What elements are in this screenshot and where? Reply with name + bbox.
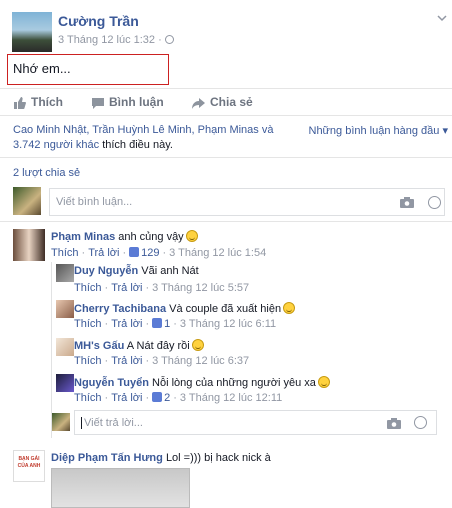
thumbs-up-icon bbox=[129, 247, 140, 257]
reply-time[interactable]: 3 Tháng 12 lúc 6:11 bbox=[180, 318, 276, 330]
comment-image[interactable] bbox=[51, 468, 190, 508]
reply-like-link[interactable]: Thích bbox=[74, 318, 102, 330]
reply: MH's Gấu A Nát đây rồi bbox=[74, 339, 204, 352]
reply-author-name[interactable]: Duy Nguyễn bbox=[74, 265, 138, 277]
camera-icon[interactable] bbox=[387, 418, 401, 429]
reply-like-link[interactable]: Thích bbox=[74, 392, 102, 404]
reply-footer: Thích · Trả lời · 3 Tháng 12 lúc 5:57 bbox=[74, 282, 250, 294]
reply-text: Vãi anh Nát bbox=[141, 265, 199, 277]
reply-footer: Thích · Trả lời · 2 · 3 Tháng 12 lúc 12:11 bbox=[74, 392, 283, 404]
reply-like-count[interactable]: 2 bbox=[164, 392, 170, 404]
comment-like-link[interactable]: Thích bbox=[51, 247, 79, 259]
comment-input-placeholder: Viết bình luận... bbox=[56, 196, 133, 208]
grin-emoji-icon bbox=[283, 302, 296, 314]
reply-input-placeholder: Viết trả lời... bbox=[81, 417, 143, 429]
reply-reply-link[interactable]: Trả lời bbox=[111, 282, 142, 294]
reply-footer: Thích · Trả lời · 1 · 3 Tháng 12 lúc 6:11 bbox=[74, 318, 277, 330]
share-icon bbox=[192, 98, 205, 109]
shares-count[interactable]: 2 lượt chia sẻ bbox=[13, 167, 80, 179]
reply-like-link[interactable]: Thích bbox=[74, 282, 102, 294]
comment-input[interactable]: Viết bình luận... bbox=[49, 188, 445, 216]
likers-suffix: thích điều này. bbox=[99, 139, 173, 151]
reply-text: Nỗi lòng của những người yêu xa bbox=[152, 377, 316, 389]
reply-author-name[interactable]: MH's Gấu bbox=[74, 340, 124, 352]
comment-reply-link[interactable]: Trả lời bbox=[88, 247, 119, 259]
reply-time[interactable]: 3 Tháng 12 lúc 12:11 bbox=[180, 392, 282, 404]
comment-icon bbox=[92, 98, 104, 109]
camera-icon[interactable] bbox=[400, 197, 414, 208]
top-comments-dropdown[interactable]: Những bình luận hàng đầu ▾ bbox=[309, 124, 449, 137]
like-button[interactable]: Thích bbox=[13, 92, 63, 112]
chevron-down-icon[interactable] bbox=[436, 12, 448, 24]
reply-like-link[interactable]: Thích bbox=[74, 355, 102, 367]
avatar-caption: BẠN GÁI CỦA ANH bbox=[17, 456, 41, 469]
thumbs-up-icon bbox=[152, 392, 163, 402]
reply: Duy Nguyễn Vãi anh Nát bbox=[74, 265, 199, 277]
likers-list[interactable]: Cao Minh Nhật, Trần Huỳnh Lê Minh, Phạm … bbox=[13, 124, 273, 136]
smile-emoji-icon bbox=[317, 376, 330, 388]
reply: Nguyễn Tuyển Nỗi lòng của những người yê… bbox=[74, 376, 330, 389]
reply-time[interactable]: 3 Tháng 12 lúc 6:37 bbox=[152, 355, 249, 367]
likers-count-link[interactable]: 3.742 người khác bbox=[13, 139, 99, 151]
reply-avatar[interactable] bbox=[56, 300, 74, 318]
thumbs-up-icon bbox=[14, 97, 26, 109]
reply-reply-link[interactable]: Trả lời bbox=[111, 318, 142, 330]
current-user-avatar bbox=[13, 187, 41, 215]
reply-text: Và couple đã xuất hiện bbox=[169, 303, 282, 315]
globe-icon bbox=[164, 35, 174, 44]
comment-footer: Thích · Trả lời · 129 · 3 Tháng 12 lúc 1:54 bbox=[51, 247, 267, 259]
comment-label: Bình luận bbox=[109, 95, 164, 109]
reply-avatar[interactable] bbox=[56, 374, 74, 392]
reply-like-count[interactable]: 1 bbox=[164, 318, 170, 330]
reply-author-name[interactable]: Cherry Tachibana bbox=[74, 303, 166, 315]
comment-button[interactable]: Bình luận bbox=[92, 92, 164, 112]
likers-summary: 3.742 người khác thích điều này. bbox=[13, 139, 173, 151]
smile-emoji-icon bbox=[185, 230, 198, 242]
reply-reply-link[interactable]: Trả lời bbox=[111, 392, 142, 404]
commenter-name[interactable]: Diệp Phạm Tấn Hưng bbox=[51, 452, 163, 464]
reply-footer: Thích · Trả lời · 3 Tháng 12 lúc 6:37 bbox=[74, 355, 250, 367]
divider bbox=[0, 221, 452, 222]
author-avatar[interactable] bbox=[12, 12, 52, 52]
share-label: Chia sẻ bbox=[210, 95, 253, 109]
post-timestamp[interactable]: 3 Tháng 12 lúc 1:32 · bbox=[58, 34, 174, 46]
comment: Diệp Phạm Tấn Hưng Lol =))) bị hack nick… bbox=[51, 452, 271, 464]
post-text: Nhớ em... bbox=[13, 61, 71, 76]
reply-reply-link[interactable]: Trả lời bbox=[111, 355, 142, 367]
emoji-icon[interactable] bbox=[414, 416, 427, 429]
reply-text: A Nát đây rồi bbox=[126, 340, 190, 352]
comment-text: Lol =))) bị hack nick à bbox=[165, 452, 271, 464]
smile-emoji-icon bbox=[191, 339, 204, 351]
comment-time[interactable]: 3 Tháng 12 lúc 1:54 bbox=[169, 247, 266, 259]
post-author-name[interactable]: Cường Trần bbox=[58, 13, 139, 29]
share-button[interactable]: Chia sẻ bbox=[192, 92, 253, 112]
thumbs-up-icon bbox=[152, 318, 163, 328]
reply-thread-line bbox=[51, 262, 52, 438]
reply-author-name[interactable]: Nguyễn Tuyển bbox=[74, 377, 149, 389]
like-label: Thích bbox=[31, 95, 63, 109]
reply-input[interactable]: Viết trả lời... bbox=[74, 410, 437, 435]
divider bbox=[0, 88, 452, 89]
commenter-name[interactable]: Phạm Minas bbox=[51, 231, 115, 243]
emoji-icon[interactable] bbox=[428, 196, 441, 209]
comment-like-count[interactable]: 129 bbox=[141, 247, 159, 259]
comment: Phạm Minas anh củng vậy bbox=[51, 230, 198, 243]
commenter-avatar[interactable] bbox=[13, 229, 45, 261]
post-timestamp-text[interactable]: 3 Tháng 12 lúc 1:32 · bbox=[58, 34, 162, 46]
reply-avatar[interactable] bbox=[56, 264, 74, 282]
comment-text: anh củng vậy bbox=[118, 231, 184, 243]
divider bbox=[0, 157, 452, 158]
current-user-avatar bbox=[52, 413, 70, 431]
commenter-avatar[interactable]: BẠN GÁI CỦA ANH bbox=[13, 450, 45, 482]
reply-time[interactable]: 3 Tháng 12 lúc 5:57 bbox=[152, 282, 249, 294]
reply: Cherry Tachibana Và couple đã xuất hiện bbox=[74, 302, 296, 315]
post-actions: Thích Bình luận Chia sẻ bbox=[0, 92, 452, 112]
reply-avatar[interactable] bbox=[56, 338, 74, 356]
divider bbox=[0, 115, 452, 116]
